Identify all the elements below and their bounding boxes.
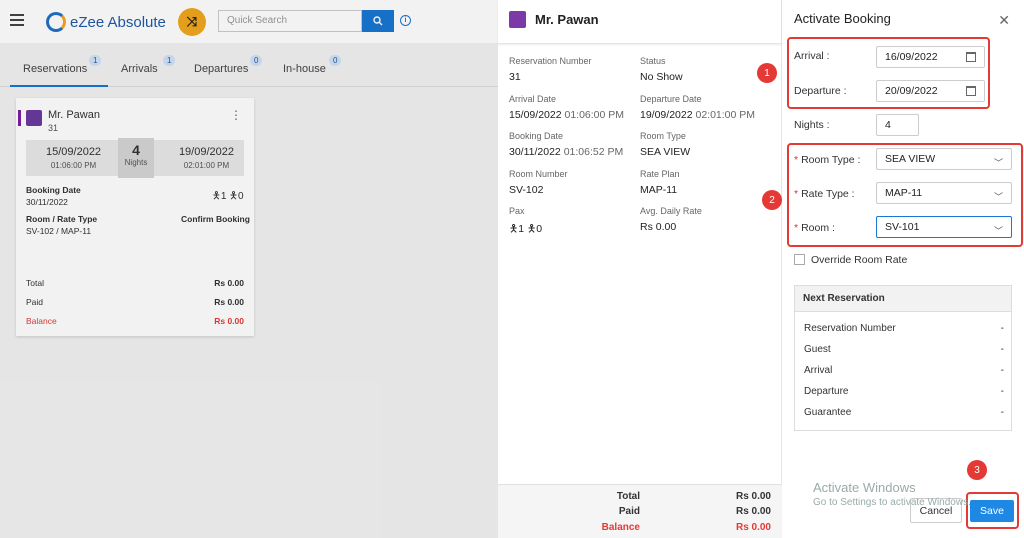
- field-value: 19/09/2022 02:01:00 PM: [640, 109, 755, 121]
- nights-label: Nights :: [794, 119, 830, 131]
- field-value: 🯅1 🯅0: [509, 221, 542, 239]
- field-value: No Show: [640, 71, 683, 83]
- detail-header: Mr. Pawan: [498, 0, 781, 44]
- status-field: Status No Show: [640, 56, 683, 83]
- next-reservation-box: Next Reservation Reservation Number - Gue…: [794, 285, 1012, 431]
- field-label: Rate Plan: [640, 169, 680, 179]
- field-value: 31: [509, 71, 521, 83]
- row-value: -: [1000, 323, 1004, 334]
- pax-adult: 1: [518, 223, 525, 235]
- next-row: Reservation Number -: [804, 323, 1004, 334]
- pax-field: Pax 🯅1 🯅0: [509, 206, 542, 239]
- time: 01:06:52 PM: [563, 146, 624, 158]
- annotation-box-3: [966, 492, 1019, 529]
- field-value: MAP-11: [640, 184, 678, 196]
- adult-icon: 🯅: [509, 223, 519, 235]
- watermark-line-2: Go to Settings to activate Windows.: [813, 497, 971, 508]
- arrival-date-field: Arrival Date 15/09/2022 01:06:00 PM: [509, 94, 624, 121]
- row-value: -: [1000, 386, 1004, 397]
- reservation-number-field: Reservation Number 31: [509, 56, 592, 83]
- annotation-marker-2: 2: [762, 190, 782, 210]
- field-value: SEA VIEW: [640, 146, 691, 158]
- row-value: -: [1000, 365, 1004, 376]
- rate-plan-field: Rate Plan MAP-11: [640, 169, 680, 196]
- row-label: Guarantee: [804, 407, 852, 418]
- time: 02:01:00 PM: [695, 109, 756, 121]
- room-number-field: Room Number SV-102: [509, 169, 568, 196]
- time: 01:06:00 PM: [564, 109, 625, 121]
- annotation-marker-1: 1: [757, 63, 777, 83]
- row-label: Reservation Number: [804, 323, 896, 334]
- row-value: -: [1000, 407, 1004, 418]
- next-row: Guest -: [804, 344, 1004, 355]
- field-label: Booking Date: [509, 131, 564, 141]
- field-label: Room Number: [509, 169, 568, 179]
- total-value: Rs 0.00: [735, 491, 771, 502]
- pax-child: 0: [536, 223, 543, 235]
- field-value: Rs 0.00: [640, 221, 677, 233]
- annotation-box-1: [787, 37, 990, 109]
- field-value: 30/11/2022 01:06:52 PM: [509, 146, 623, 158]
- adr-field: Avg. Daily Rate Rs 0.00: [640, 206, 702, 233]
- guest-name: Mr. Pawan: [535, 12, 599, 27]
- balance-label: Balance: [601, 522, 640, 533]
- panel-title: Activate Booking: [794, 11, 891, 26]
- room-type-field: Room Type SEA VIEW: [640, 131, 690, 158]
- field-label: Pax: [509, 206, 525, 216]
- field-value: SV-102: [509, 184, 544, 196]
- field-label: Room Type: [640, 131, 686, 141]
- watermark-line-1: Activate Windows: [813, 480, 916, 495]
- nights-input[interactable]: 4: [876, 114, 919, 136]
- override-rate-checkbox[interactable]: [794, 254, 805, 265]
- row-value: -: [1000, 344, 1004, 355]
- overlay: [0, 0, 498, 538]
- field-label: Avg. Daily Rate: [640, 206, 702, 216]
- annotation-box-2: [787, 143, 1023, 247]
- child-icon: 🯅: [527, 223, 537, 235]
- paid-value: Rs 0.00: [735, 506, 771, 517]
- next-row: Departure -: [804, 386, 1004, 397]
- close-icon[interactable]: ✕: [998, 12, 1010, 29]
- field-label: Departure Date: [640, 94, 702, 104]
- totals-footer: Total Rs 0.00 Paid Rs 0.00 Balance Rs 0.…: [498, 484, 782, 538]
- next-reservation-title: Next Reservation: [795, 286, 1011, 312]
- date: 15/09/2022: [509, 109, 562, 121]
- balance-value: Rs 0.00: [735, 522, 771, 533]
- total-label: Total: [616, 491, 640, 502]
- field-label: Reservation Number: [509, 56, 592, 66]
- paid-label: Paid: [618, 506, 640, 517]
- override-rate-label: Override Room Rate: [811, 254, 908, 266]
- next-row: Arrival -: [804, 365, 1004, 376]
- field-label: Arrival Date: [509, 94, 557, 104]
- building-icon: [509, 11, 526, 28]
- date: 19/09/2022: [640, 109, 693, 121]
- field-label: Status: [640, 56, 666, 66]
- row-label: Guest: [804, 344, 831, 355]
- annotation-marker-3: 3: [967, 460, 987, 480]
- reservation-detail-panel: Mr. Pawan Reservation Number 31 Status N…: [498, 0, 782, 538]
- row-label: Departure: [804, 386, 849, 397]
- windows-activation-watermark: Activate Windows Go to Settings to activ…: [813, 480, 971, 508]
- booking-date-field: Booking Date 30/11/2022 01:06:52 PM: [509, 131, 623, 158]
- field-value: 15/09/2022 01:06:00 PM: [509, 109, 624, 121]
- date: 30/11/2022: [509, 146, 561, 158]
- main-app: eZee Absolute ⤨ Quick Search i Reservati…: [0, 0, 498, 538]
- row-label: Arrival: [804, 365, 833, 376]
- next-row: Guarantee -: [804, 407, 1004, 418]
- departure-date-field: Departure Date 19/09/2022 02:01:00 PM: [640, 94, 755, 121]
